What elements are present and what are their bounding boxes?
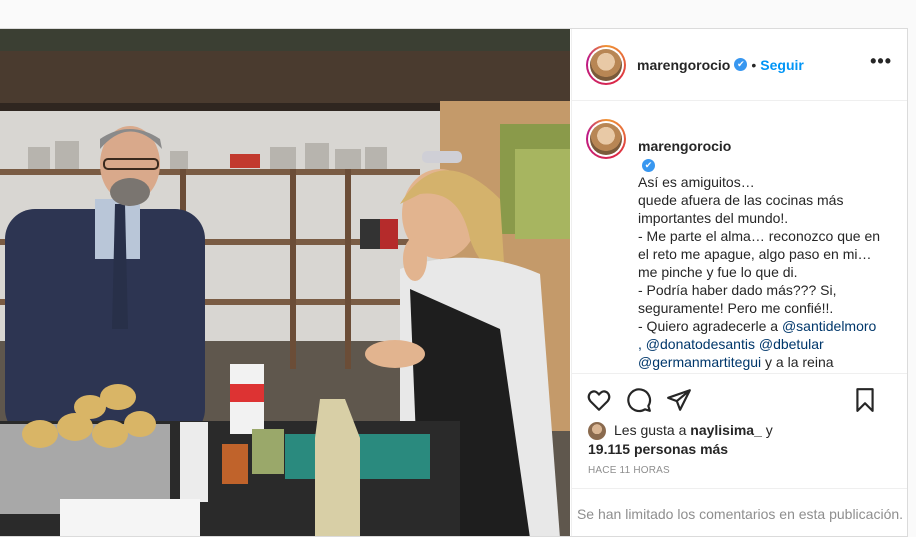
caption-avatar[interactable] — [586, 119, 626, 159]
caption-line: Así es amiguitos… — [638, 174, 755, 190]
caption-mention-link[interactable]: @dbetular — [755, 336, 824, 352]
caption-line: - Me parte el alma… reconozco que en — [638, 227, 886, 245]
caption-mention-link[interactable]: @germanmartitegui — [638, 354, 761, 370]
caption-mention-link[interactable]: @santidelmoro — [782, 318, 876, 334]
browser-top-strip — [0, 0, 916, 28]
likes-prefix: Les gusta a — [614, 422, 691, 438]
caption-text-segment: importantes del mundo!. — [638, 210, 789, 226]
kitchen-photo — [0, 29, 570, 536]
more-icon[interactable]: ••• — [870, 52, 892, 70]
caption-text-segment: el reto me apague, algo paso en mi… — [638, 246, 872, 262]
instagram-post: marengorocio ✔ • Seguir ••• marengorocio… — [0, 28, 908, 537]
caption-line: - Podría haber dado más??? Si, — [638, 281, 886, 299]
caption-mention-link[interactable]: , @donatodesantis — [638, 336, 755, 352]
caption-line: importantes del mundo!. — [638, 209, 886, 227]
verified-icon: ✔ — [734, 58, 748, 71]
caption-line: seguramente! Pero me confié!!. — [638, 299, 886, 317]
liker-username[interactable]: naylisima_ — [690, 422, 762, 438]
caption-line: me pinche y fue lo que di. — [638, 263, 886, 281]
caption-username[interactable]: marengorocio — [638, 138, 731, 154]
caption-text-segment: - Quiero agradecerle a — [638, 318, 782, 334]
caption-text-segment: quede afuera de las cocinas más — [638, 192, 844, 208]
post-timestamp[interactable]: HACE 11 HORAS — [588, 465, 670, 476]
caption-text-segment: y a la reina — [761, 354, 834, 370]
caption-line: quede afuera de las cocinas más — [638, 191, 886, 209]
action-bar — [572, 373, 907, 425]
caption-text-segment: - Podría haber dado más??? Si, — [638, 282, 837, 298]
comment-icon[interactable] — [626, 387, 652, 413]
avatar[interactable] — [586, 44, 626, 85]
caption-line: , @donatodesantis @dbetular — [638, 335, 886, 353]
username-link[interactable]: marengorocio — [637, 57, 730, 73]
avatar-photo — [590, 123, 622, 155]
share-icon[interactable] — [666, 387, 692, 413]
caption-line: @germanmartitegui y a la reina — [638, 353, 886, 371]
caption-line: - Quiero agradecerle a @santidelmoro — [638, 317, 886, 335]
liker-avatar[interactable] — [588, 422, 606, 441]
likes-count[interactable]: 19.115 personas más — [588, 440, 898, 458]
caption-text-segment: Así es amiguitos… — [638, 174, 755, 190]
caption-text-segment: me pinche y fue lo que di. — [638, 264, 798, 280]
comments-limited-notice: Se han limitado los comentarios en esta … — [572, 488, 907, 536]
follow-button[interactable]: Seguir — [760, 57, 804, 73]
post-header: marengorocio ✔ • Seguir ••• — [572, 29, 907, 101]
heart-icon[interactable] — [586, 387, 612, 413]
caption-text-segment: seguramente! Pero me confié!!. — [638, 300, 834, 316]
caption-line: el reto me apague, algo paso en mi… — [638, 245, 886, 263]
verified-icon: ✔ — [642, 158, 655, 172]
avatar-photo — [590, 48, 622, 81]
caption-text-segment: - Me parte el alma… reconozco que en — [638, 228, 881, 244]
caption-area: marengorocio ✔ Así es amiguitos… quede af… — [572, 101, 907, 373]
likes-summary: Les gusta a naylisima_ y 19.115 personas… — [588, 421, 898, 458]
post-photo[interactable] — [0, 29, 570, 536]
caption-text: marengorocio ✔ Así es amiguitos… quede af… — [638, 119, 886, 373]
likes-and: y — [761, 422, 773, 438]
bookmark-icon[interactable] — [852, 387, 878, 413]
separator-dot: • — [751, 56, 757, 73]
post-side-panel: marengorocio ✔ • Seguir ••• marengorocio… — [571, 29, 907, 536]
